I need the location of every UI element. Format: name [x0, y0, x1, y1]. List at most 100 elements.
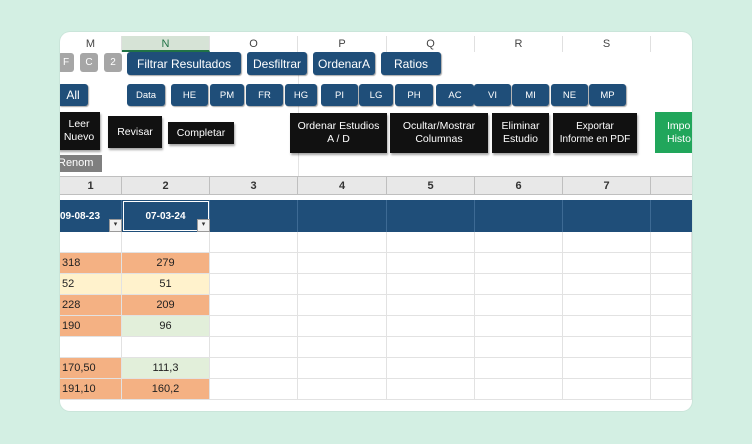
filter-results-button[interactable]: Filtrar Resultados	[127, 52, 241, 75]
grid-cell[interactable]: 52	[60, 274, 122, 295]
grid-cell[interactable]: 51	[122, 274, 210, 295]
grid-cell[interactable]	[563, 232, 651, 253]
grid-cell[interactable]	[651, 337, 692, 358]
grid-cell[interactable]	[475, 274, 563, 295]
grid-cell[interactable]	[475, 337, 563, 358]
grid-cell[interactable]	[210, 295, 298, 316]
date-cell-4[interactable]	[298, 200, 387, 232]
grid-cell[interactable]	[475, 358, 563, 379]
grid-cell[interactable]: 191,10	[60, 379, 122, 400]
column-header-o[interactable]: O	[210, 36, 298, 52]
tag-he-button[interactable]: HE	[171, 84, 208, 106]
grid-cell[interactable]	[387, 253, 475, 274]
column-header-n[interactable]: N	[122, 36, 210, 52]
grid-cell[interactable]	[475, 295, 563, 316]
export-pdf-button[interactable]: Exportar Informe en PDF	[553, 113, 637, 153]
tag-vi-button[interactable]: VI	[474, 84, 511, 106]
grid-cell[interactable]: 160,2	[122, 379, 210, 400]
grid-cell[interactable]	[210, 232, 298, 253]
grid-cell[interactable]	[651, 274, 692, 295]
grid-cell[interactable]	[298, 295, 387, 316]
grid-cell[interactable]: 318	[60, 253, 122, 274]
grid-cell[interactable]	[298, 358, 387, 379]
grid-cell[interactable]: 279	[122, 253, 210, 274]
grid-cell[interactable]	[298, 274, 387, 295]
grid-cell[interactable]	[122, 337, 210, 358]
tag-data-button[interactable]: Data	[127, 84, 165, 106]
grid-cell[interactable]	[475, 232, 563, 253]
grid-cell[interactable]	[298, 337, 387, 358]
grid-cell[interactable]	[387, 274, 475, 295]
f-button[interactable]: F	[60, 53, 74, 72]
grid-cell[interactable]: 190	[60, 316, 122, 337]
tag-hg-button[interactable]: HG	[285, 84, 317, 106]
grid-cell[interactable]	[387, 232, 475, 253]
grid-cell[interactable]	[475, 379, 563, 400]
read-new-button[interactable]: Leer Nuevo	[60, 112, 100, 150]
date-cell-5[interactable]	[387, 200, 475, 232]
two-button[interactable]: 2	[104, 53, 122, 72]
grid-cell[interactable]	[298, 253, 387, 274]
tag-mp-button[interactable]: MP	[589, 84, 626, 106]
grid-cell[interactable]	[298, 379, 387, 400]
date-cell-8[interactable]	[651, 200, 692, 232]
grid-cell[interactable]	[563, 295, 651, 316]
grid-cell[interactable]	[563, 316, 651, 337]
date-cell-6[interactable]	[475, 200, 563, 232]
delete-study-button[interactable]: Eliminar Estudio	[492, 113, 549, 153]
import-history-button[interactable]: Impo Histo	[655, 112, 692, 153]
column-header-t[interactable]	[651, 36, 692, 52]
unfilter-button[interactable]: Desfiltrar	[247, 52, 307, 75]
grid-cell[interactable]: 209	[122, 295, 210, 316]
grid-cell[interactable]	[563, 379, 651, 400]
rename-button[interactable]: Renom	[60, 155, 102, 172]
grid-cell[interactable]: 96	[122, 316, 210, 337]
grid-cell[interactable]	[651, 316, 692, 337]
grid-cell[interactable]	[210, 358, 298, 379]
sort-studies-button[interactable]: Ordenar Estudios A / D	[290, 113, 387, 153]
complete-button[interactable]: Completar	[168, 122, 234, 144]
tag-mi-button[interactable]: MI	[512, 84, 549, 106]
date-cell-3[interactable]	[210, 200, 298, 232]
c-button[interactable]: C	[80, 53, 98, 72]
column-header-r[interactable]: R	[475, 36, 563, 52]
grid-cell[interactable]	[210, 274, 298, 295]
grid-cell[interactable]	[387, 295, 475, 316]
grid-cell[interactable]	[210, 379, 298, 400]
grid-cell[interactable]	[60, 232, 122, 253]
grid-cell[interactable]	[387, 316, 475, 337]
grid-cell[interactable]	[651, 295, 692, 316]
grid-cell[interactable]	[651, 379, 692, 400]
grid-cell[interactable]	[475, 253, 563, 274]
chevron-down-icon[interactable]: ▾	[197, 219, 210, 232]
tag-fr-button[interactable]: FR	[246, 84, 283, 106]
grid-cell[interactable]	[563, 337, 651, 358]
grid-cell[interactable]: 111,3	[122, 358, 210, 379]
tag-pi-button[interactable]: PI	[321, 84, 358, 106]
grid-cell[interactable]	[651, 358, 692, 379]
grid-cell[interactable]	[210, 316, 298, 337]
column-header-s[interactable]: S	[563, 36, 651, 52]
grid-cell[interactable]	[387, 358, 475, 379]
grid-cell[interactable]	[210, 337, 298, 358]
grid-cell[interactable]	[563, 358, 651, 379]
grid-cell[interactable]	[122, 232, 210, 253]
column-header-m[interactable]: M	[60, 36, 122, 52]
column-header-p[interactable]: P	[298, 36, 387, 52]
tag-ne-button[interactable]: NE	[551, 84, 588, 106]
grid-cell[interactable]	[387, 379, 475, 400]
all-button[interactable]: All	[60, 84, 88, 106]
grid-cell[interactable]	[563, 253, 651, 274]
tag-lg-button[interactable]: LG	[359, 84, 393, 106]
grid-cell[interactable]	[210, 253, 298, 274]
grid-cell[interactable]	[60, 337, 122, 358]
column-header-q[interactable]: Q	[387, 36, 475, 52]
tag-ph-button[interactable]: PH	[395, 84, 433, 106]
grid-cell[interactable]	[387, 337, 475, 358]
grid-cell[interactable]	[298, 316, 387, 337]
tag-pm-button[interactable]: PM	[210, 84, 244, 106]
grid-cell[interactable]	[563, 274, 651, 295]
grid-cell[interactable]	[298, 232, 387, 253]
sort-button[interactable]: OrdenarA	[313, 52, 375, 75]
grid-cell[interactable]	[651, 232, 692, 253]
